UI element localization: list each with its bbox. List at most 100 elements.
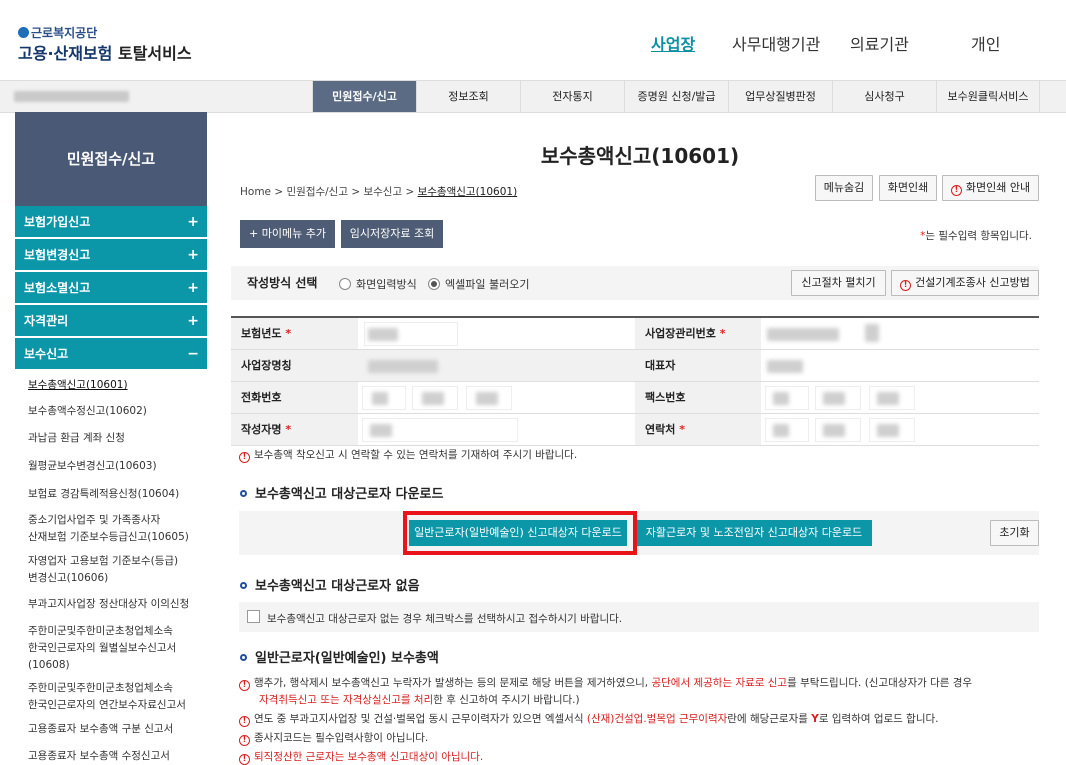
label-text: 작성자명 — [241, 423, 282, 436]
plus-icon: + — [187, 214, 199, 230]
temp-save-inquiry-button[interactable]: 임시저장자료 조회 — [341, 220, 443, 248]
sidebar-group-terminate[interactable]: 보험소멸신고 + — [15, 272, 207, 304]
bullet-icon — [240, 490, 247, 497]
notice-highlight: 공단에서 제공하는 자료로 신고 — [651, 677, 788, 689]
blurred-value — [767, 360, 803, 373]
bullet-icon — [240, 582, 247, 589]
sidebar-item-sme-owner[interactable]: 중소기업사업주 및 가족종사자 산재보험 기준보수등급신고(10605) — [28, 512, 206, 546]
required-note-text: 는 필수입력 항목입니다. — [925, 230, 1032, 242]
warning-icon: ! — [239, 754, 250, 765]
warning-icon: ! — [239, 680, 250, 691]
notice-highlight: (산재)건설업.벌목업 근무이력자 — [586, 713, 728, 725]
print-guide-button[interactable]: ! 화면인쇄 안내 — [942, 175, 1039, 201]
page-title: 보수총액신고(10601) — [540, 144, 740, 168]
general-notice-3: ! 종사지코드는 필수입력사항이 아닙니다. — [239, 730, 428, 746]
sidebar-group-label: 보수신고 — [24, 347, 69, 361]
plus-icon: + — [187, 280, 199, 296]
section-title: 일반근로자(일반예술인) 보수총액 — [255, 651, 439, 666]
sidebar-item-term-revise[interactable]: 고용종료자 보수총액 수정신고서 — [28, 748, 206, 765]
label-text: 사업장관리번호 — [645, 327, 716, 340]
construction-guide-button[interactable]: ! 건설기계조종사 신고방법 — [891, 270, 1039, 296]
notice-text: 연도 중 부과고지사업장 및 건설·벌목업 동시 근무이력자가 있으면 엑셀서식 — [254, 713, 587, 725]
download-daily-workers-button[interactable]: 자활근로자 및 노조전임자 신고대상자 다운로드 — [636, 520, 872, 546]
sidebar-group-label: 자격관리 — [24, 314, 69, 328]
sidebar-item-monthly-wage[interactable]: 월평균보수변경신고(10603) — [28, 458, 206, 475]
notice-text: 종사지코드는 필수입력사항이 아닙니다. — [254, 732, 429, 744]
radio-screen-input[interactable]: 화면입력방식 — [339, 276, 417, 292]
bullet-icon — [240, 654, 247, 661]
breadcrumb-wage[interactable]: 보수신고 — [363, 186, 402, 198]
label-representative: 대표자 — [635, 350, 761, 382]
notice-text: 행추가, 행삭제시 보수총액신고 누락자가 발생하는 등의 문제로 해당 버튼을… — [254, 677, 652, 689]
radio-label: 엑셀파일 불러오기 — [445, 278, 530, 291]
sidebar-item-wage-total-revise[interactable]: 보수총액수정신고(10602) — [28, 403, 206, 420]
site-header: 근로복지공단 고용·산재보험 토탈서비스 사업장 사무대행기관 의료기관 개인 — [0, 0, 1066, 80]
contact-notice-text: 보수총액 착오신고 시 연락할 수 있는 연락처를 기재하여 주시기 바랍니다. — [254, 449, 578, 461]
gnb-info-inquiry[interactable]: 정보조회 — [416, 81, 520, 112]
logo-mark-icon — [18, 27, 29, 38]
sidebar-group-label: 보험소멸신고 — [24, 281, 91, 295]
sidebar-item-premium-reduction[interactable]: 보험료 경감특례적용신청(10604) — [28, 486, 206, 503]
label-text: 보험년도 — [241, 327, 282, 340]
sidebar-item-usfk-monthly[interactable]: 주한미군및주한미군초청업체소속 한국인근로자의 월별실보수신고서 (10608) — [28, 623, 206, 674]
notice-text: 를 부탁드립니다. (신고대상자가 다른 경우 — [787, 677, 973, 689]
blurred-value — [368, 328, 398, 341]
topnav-medical[interactable]: 의료기관 — [850, 31, 909, 55]
sidebar-group-wage-report[interactable]: 보수신고 − — [15, 338, 207, 370]
site-logo[interactable]: 근로복지공단 — [18, 24, 97, 41]
gnb-one-click[interactable]: 보수원클릭서비스 — [936, 81, 1040, 112]
sidebar-item-usfk-annual[interactable]: 주한미군및주한미군초청업체소속 한국인근로자의 연간보수자료신고서 — [28, 680, 206, 714]
blurred-value — [877, 424, 899, 437]
blurred-value — [773, 392, 789, 405]
procedure-expand-button[interactable]: 신고절차 펼치기 — [791, 270, 886, 296]
reset-button[interactable]: 초기화 — [990, 520, 1039, 546]
breadcrumb-civil[interactable]: 민원접수/신고 — [287, 186, 349, 198]
value-insurance-year — [358, 318, 635, 350]
gnb-civil-report[interactable]: 민원접수/신고 — [312, 81, 416, 112]
sidebar-item-self-employed[interactable]: 자영업자 고용보험 기준보수(등급) 변경신고(10606) — [28, 553, 206, 587]
radio-excel-upload[interactable]: 엑셀파일 불러오기 — [428, 276, 529, 292]
required-star: * — [679, 423, 685, 436]
no-workers-checkbox[interactable] — [247, 610, 260, 623]
gnb-e-notice[interactable]: 전자통지 — [520, 81, 624, 112]
breadcrumb: Home > 민원접수/신고 > 보수신고 > 보수총액신고(10601) — [240, 186, 518, 198]
warning-icon: ! — [239, 735, 250, 746]
sidebar-item-settlement-objection[interactable]: 부과고지사업장 정산대상자 이의신청 — [28, 596, 206, 613]
sidebar-group-join[interactable]: 보험가입신고 + — [15, 206, 207, 238]
report-info-table: 보험년도 * 사업장관리번호 * 사업장명칭 대표자 전화번호 팩스번호 작성자… — [231, 316, 1039, 446]
plus-icon: + — [187, 247, 199, 263]
general-notice-2: ! 연도 중 부과고지사업장 및 건설·벌목업 동시 근무이력자가 있으면 엑셀서… — [239, 711, 939, 727]
topnav-business[interactable]: 사업장 — [651, 31, 695, 55]
blurred-value — [372, 392, 388, 405]
blurred-value — [773, 424, 789, 437]
user-info-blurred — [14, 91, 129, 102]
topnav-personal[interactable]: 개인 — [971, 31, 1000, 55]
logo-title[interactable]: 고용·산재보험 토탈서비스 — [18, 40, 192, 64]
sidebar-item-refund-account[interactable]: 과납금 환급 계좌 신청 — [28, 430, 206, 447]
topnav-agency[interactable]: 사무대행기관 — [732, 31, 820, 55]
gnb-certificate[interactable]: 증명원 신청/발급 — [624, 81, 728, 112]
label-text: 연락처 — [645, 423, 676, 436]
general-notice-1b: 자격취득신고 또는 자격상실신고를 처리한 후 신고하여 주시기 바랍니다.) — [259, 692, 580, 707]
breadcrumb-current[interactable]: 보수총액신고(10601) — [418, 186, 518, 198]
label-phone: 전화번호 — [231, 382, 358, 414]
sidebar-group-qualification[interactable]: 자격관리 + — [15, 305, 207, 337]
add-mymenu-button[interactable]: + 마이메뉴 추가 — [240, 220, 335, 248]
sidebar-group-change[interactable]: 보험변경신고 + — [15, 239, 207, 271]
menu-hide-button[interactable]: 메뉴숨김 — [815, 175, 873, 201]
breadcrumb-home[interactable]: Home — [240, 186, 271, 198]
blurred-value — [877, 392, 899, 405]
sidebar-item-term-split[interactable]: 고용종료자 보수총액 구분 신고서 — [28, 721, 206, 738]
gnb-disease-judgement[interactable]: 업무상질병판정 — [728, 81, 832, 112]
gnb-appeal[interactable]: 심사청구 — [832, 81, 936, 112]
label-contact: 연락처 * — [635, 414, 761, 446]
section-title: 보수총액신고 대상근로자 다운로드 — [255, 487, 444, 502]
radio-circle — [339, 278, 351, 290]
print-button[interactable]: 화면인쇄 — [879, 175, 937, 201]
blurred-value — [823, 424, 845, 437]
section-download: 보수총액신고 대상근로자 다운로드 — [240, 483, 443, 502]
value-fax — [761, 382, 1039, 414]
sidebar-item-wage-total[interactable]: 보수총액신고(10601) — [28, 377, 206, 394]
print-guide-label: 화면인쇄 안내 — [965, 181, 1031, 194]
search-icon[interactable] — [865, 324, 879, 342]
